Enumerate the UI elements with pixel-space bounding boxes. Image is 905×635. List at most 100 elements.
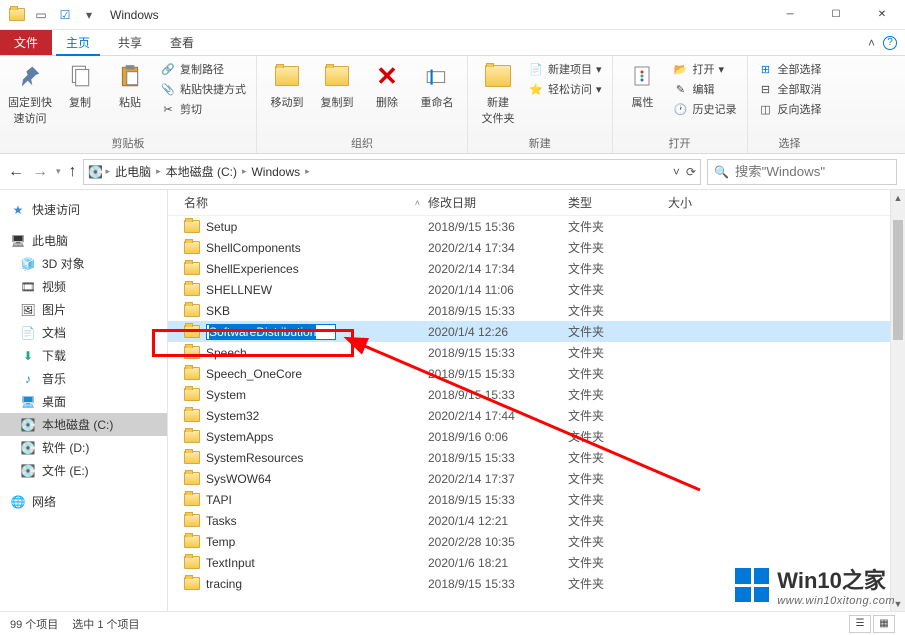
- easy-access-button[interactable]: ⭐轻松访问 ▾: [526, 80, 604, 98]
- tab-share[interactable]: 共享: [104, 30, 156, 55]
- table-row[interactable]: ShellExperiences2020/2/14 17:34文件夹: [168, 258, 905, 279]
- cell-name[interactable]: System: [168, 388, 428, 402]
- history-dropdown-icon[interactable]: ▾: [56, 166, 61, 177]
- chevron-right-icon[interactable]: ▸: [305, 166, 310, 177]
- table-row[interactable]: 2020/1/4 12:26文件夹: [168, 321, 905, 342]
- column-type[interactable]: 类型: [568, 194, 668, 211]
- scroll-up-icon[interactable]: ▲: [891, 190, 905, 205]
- table-row[interactable]: SysWOW642020/2/14 17:37文件夹: [168, 468, 905, 489]
- sidebar-quick-access[interactable]: ★快速访问: [0, 198, 167, 221]
- table-row[interactable]: Setup2018/9/15 15:36文件夹: [168, 216, 905, 237]
- cell-name[interactable]: ShellComponents: [168, 241, 428, 255]
- table-row[interactable]: Tasks2020/1/4 12:21文件夹: [168, 510, 905, 531]
- cell-name[interactable]: SysWOW64: [168, 472, 428, 486]
- paste-shortcut-button[interactable]: 📎粘贴快捷方式: [158, 80, 248, 98]
- view-icons-button[interactable]: ▦: [873, 615, 895, 633]
- view-details-button[interactable]: ☰: [849, 615, 871, 633]
- cell-name[interactable]: Speech_OneCore: [168, 367, 428, 381]
- cell-name[interactable]: Speech: [168, 346, 428, 360]
- forward-button[interactable]: →: [32, 163, 48, 181]
- rename-input[interactable]: [206, 324, 336, 340]
- tab-home[interactable]: 主页: [52, 30, 104, 55]
- sidebar-videos[interactable]: 🎞视频: [0, 275, 167, 298]
- cell-name[interactable]: SKB: [168, 304, 428, 318]
- table-row[interactable]: SHELLNEW2020/1/14 11:06文件夹: [168, 279, 905, 300]
- qat-overflow-icon[interactable]: ▾: [78, 4, 100, 26]
- delete-button[interactable]: ✕删除: [365, 60, 409, 110]
- chevron-right-icon[interactable]: ▸: [242, 166, 247, 177]
- properties-button[interactable]: 属性: [621, 60, 665, 110]
- copy-button[interactable]: 复制: [58, 60, 102, 110]
- cell-name[interactable]: SystemResources: [168, 451, 428, 465]
- sidebar-this-pc[interactable]: 🖥此电脑: [0, 229, 167, 252]
- cell-name[interactable]: Setup: [168, 220, 428, 234]
- back-button[interactable]: ←: [8, 163, 24, 181]
- cell-name[interactable]: System32: [168, 409, 428, 423]
- table-row[interactable]: System322020/2/14 17:44文件夹: [168, 405, 905, 426]
- minimize-button[interactable]: ─: [767, 0, 813, 30]
- cell-name[interactable]: tracing: [168, 577, 428, 591]
- refresh-icon[interactable]: ⟳: [686, 165, 696, 179]
- column-size[interactable]: 大小: [668, 194, 748, 211]
- cell-name[interactable]: SystemApps: [168, 430, 428, 444]
- cell-name[interactable]: ShellExperiences: [168, 262, 428, 276]
- history-button[interactable]: 🕐历史记录: [671, 100, 739, 118]
- cell-name[interactable]: Tasks: [168, 514, 428, 528]
- address-dropdown-icon[interactable]: ˅: [673, 165, 680, 179]
- scroll-thumb[interactable]: [893, 220, 903, 340]
- sidebar-pictures[interactable]: 🖼图片: [0, 298, 167, 321]
- tab-view[interactable]: 查看: [156, 30, 208, 55]
- vertical-scrollbar[interactable]: ▲ ▼: [890, 190, 905, 611]
- close-button[interactable]: ✕: [859, 0, 905, 30]
- sidebar-drive-e[interactable]: 💽文件 (E:): [0, 459, 167, 482]
- new-item-button[interactable]: 📄新建项目 ▾: [526, 60, 604, 78]
- tab-file[interactable]: 文件: [0, 30, 52, 55]
- select-all-button[interactable]: ⊞全部选择: [756, 60, 824, 78]
- sidebar-3d-objects[interactable]: 🧊3D 对象: [0, 252, 167, 275]
- invert-select-button[interactable]: ◫反向选择: [756, 100, 824, 118]
- cell-name[interactable]: TextInput: [168, 556, 428, 570]
- cut-button[interactable]: ✂剪切: [158, 100, 248, 118]
- sidebar-drive-d[interactable]: 💽软件 (D:): [0, 436, 167, 459]
- cell-name[interactable]: [168, 324, 428, 340]
- sidebar-music[interactable]: ♪音乐: [0, 367, 167, 390]
- maximize-button[interactable]: ☐: [813, 0, 859, 30]
- table-row[interactable]: Speech2018/9/15 15:33文件夹: [168, 342, 905, 363]
- sidebar-desktop[interactable]: 🖥桌面: [0, 390, 167, 413]
- up-button[interactable]: ↑: [69, 163, 77, 181]
- move-to-button[interactable]: 移动到: [265, 60, 309, 110]
- search-box[interactable]: 🔍: [707, 159, 897, 185]
- address-bar[interactable]: 💽 ▸ 此电脑 ▸ 本地磁盘 (C:) ▸ Windows ▸ ˅ ⟳: [83, 159, 701, 185]
- table-row[interactable]: Speech_OneCore2018/9/15 15:33文件夹: [168, 363, 905, 384]
- table-row[interactable]: System2018/9/15 15:33文件夹: [168, 384, 905, 405]
- copy-path-button[interactable]: 🔗复制路径: [158, 60, 248, 78]
- pin-button[interactable]: 固定到快 速访问: [8, 60, 52, 126]
- chevron-right-icon[interactable]: ▸: [106, 166, 111, 177]
- table-row[interactable]: Temp2020/2/28 10:35文件夹: [168, 531, 905, 552]
- table-row[interactable]: TAPI2018/9/15 15:33文件夹: [168, 489, 905, 510]
- chevron-right-icon[interactable]: ▸: [156, 166, 161, 177]
- table-row[interactable]: SystemApps2018/9/16 0:06文件夹: [168, 426, 905, 447]
- edit-button[interactable]: ✎编辑: [671, 80, 739, 98]
- cell-name[interactable]: Temp: [168, 535, 428, 549]
- sidebar-downloads[interactable]: ⬇下载: [0, 344, 167, 367]
- qat-checkbox-icon[interactable]: ☑: [54, 4, 76, 26]
- cell-name[interactable]: SHELLNEW: [168, 283, 428, 297]
- paste-button[interactable]: 粘贴: [108, 60, 152, 110]
- select-none-button[interactable]: ⊟全部取消: [756, 80, 824, 98]
- copy-to-button[interactable]: 复制到: [315, 60, 359, 110]
- column-name[interactable]: 名称˄: [168, 194, 428, 211]
- crumb-folder[interactable]: Windows: [248, 165, 303, 179]
- qat-properties-icon[interactable]: ▭: [30, 4, 52, 26]
- open-button[interactable]: 📂打开 ▾: [671, 60, 739, 78]
- sidebar-drive-c[interactable]: 💽本地磁盘 (C:): [0, 413, 167, 436]
- crumb-pc[interactable]: 此电脑: [112, 163, 154, 180]
- search-input[interactable]: [735, 164, 905, 179]
- table-row[interactable]: SystemResources2018/9/15 15:33文件夹: [168, 447, 905, 468]
- new-folder-button[interactable]: 新建 文件夹: [476, 60, 520, 126]
- rename-button[interactable]: 重命名: [415, 60, 459, 110]
- table-row[interactable]: SKB2018/9/15 15:33文件夹: [168, 300, 905, 321]
- ribbon-collapse-icon[interactable]: ˄: [868, 36, 875, 50]
- sidebar-network[interactable]: 🌐网络: [0, 490, 167, 513]
- help-icon[interactable]: ?: [883, 36, 897, 50]
